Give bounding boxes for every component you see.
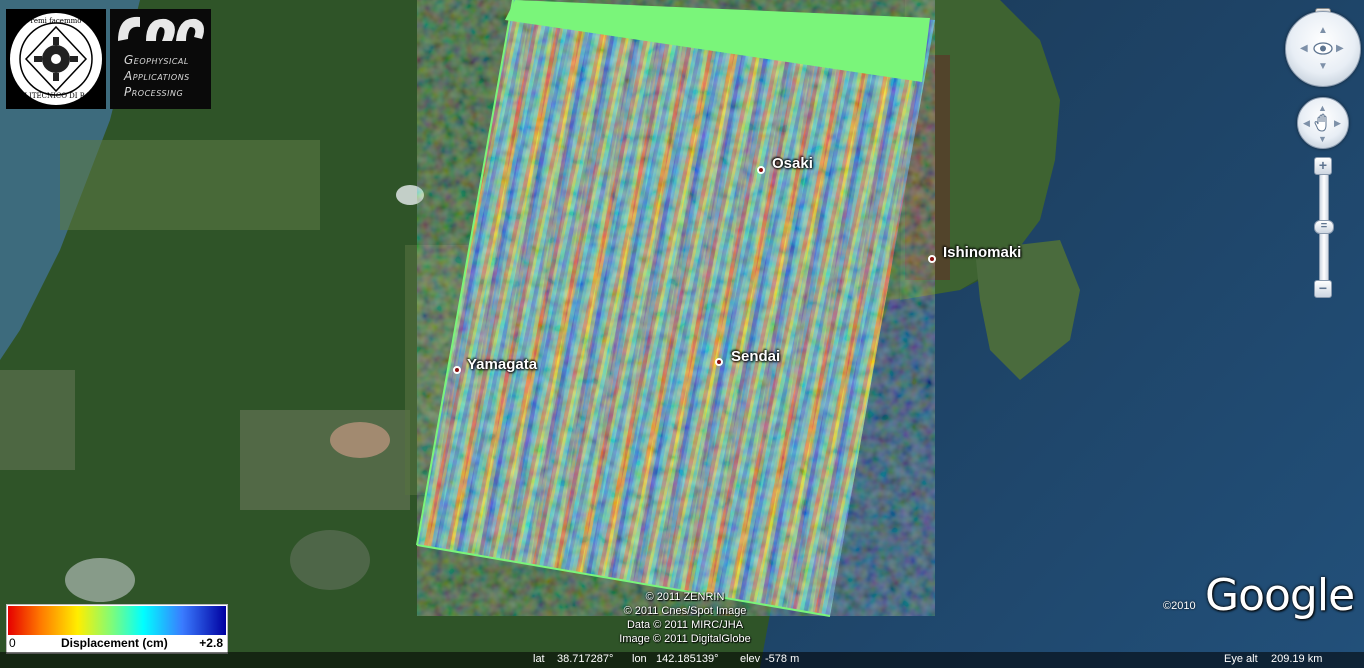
move-right-arrow-icon[interactable]: ▶ (1334, 118, 1341, 128)
legend-colorbar (8, 606, 226, 635)
lat-value: 38.717287° (557, 653, 614, 665)
move-control[interactable]: ▲ ▼ ◀ ▶ (1297, 97, 1349, 149)
place-marker-sendai[interactable] (715, 358, 723, 366)
legend-label: Displacement (cm) (61, 636, 168, 650)
legend-max: +2.8 (199, 636, 223, 650)
look-right-arrow-icon[interactable]: ▶ (1336, 44, 1344, 54)
lon-label: lon (632, 653, 647, 665)
google-year: ©2010 (1163, 600, 1196, 612)
gap-logo: Geophysical Applications Processing (110, 9, 211, 109)
look-down-arrow-icon[interactable]: ▼ (1318, 62, 1328, 72)
eye-alt-value: 209.19 km (1271, 653, 1323, 665)
eye-alt-label: Eye alt (1224, 653, 1258, 665)
elev-value: -578 m (765, 653, 800, 665)
hand-icon[interactable] (1314, 113, 1332, 133)
look-control[interactable]: ▲ ▼ ◀ ▶ (1285, 11, 1361, 87)
status-bar: lat 38.717287° lon 142.185139° elev -578… (0, 652, 1364, 668)
displacement-legend: 0 Displacement (cm) +2.8 (6, 604, 228, 654)
move-down-arrow-icon[interactable]: ▼ (1318, 134, 1327, 144)
place-marker-yamagata[interactable] (453, 366, 461, 374)
copyright-line: Image © 2011 DigitalGlobe (619, 633, 751, 645)
zoom-out-button[interactable]: − (1314, 280, 1332, 298)
look-left-arrow-icon[interactable]: ◀ (1300, 44, 1308, 54)
imagery-copyright: © 2011 ZENRIN © 2011 Cnes/Spot Image Dat… (605, 590, 765, 646)
lon-value: 142.185139° (656, 653, 719, 665)
eye-icon[interactable] (1313, 42, 1333, 55)
politecnico-name: POLITECNICO DI BARI (13, 92, 99, 100)
gap-line-2: Applications (124, 69, 190, 83)
copyright-line: © 2011 Cnes/Spot Image (623, 605, 747, 617)
zoom-slider-thumb[interactable]: = (1314, 220, 1334, 234)
politecnico-motto: de remi facemmo ali (19, 17, 93, 25)
move-up-arrow-icon[interactable]: ▲ (1318, 103, 1327, 113)
place-label-yamagata[interactable]: Yamagata (467, 356, 537, 373)
place-label-ishinomaki[interactable]: Ishinomaki (943, 244, 1021, 261)
place-label-sendai[interactable]: Sendai (731, 348, 780, 365)
zoom-in-button[interactable]: + (1314, 157, 1332, 175)
place-marker-osaki[interactable] (757, 166, 765, 174)
politecnico-logo: de remi facemmo ali POLITECNICO DI BARI (6, 9, 106, 109)
copyright-line: Data © 2011 MIRC/JHA (626, 619, 744, 631)
legend-min: 0 (9, 636, 16, 650)
google-logo: Google (1205, 570, 1355, 621)
place-label-osaki[interactable]: Osaki (772, 155, 813, 172)
look-up-arrow-icon[interactable]: ▲ (1318, 26, 1328, 36)
elev-label: elev (740, 653, 761, 665)
gap-line-3: Processing (124, 85, 184, 99)
place-marker-ishinomaki[interactable] (928, 255, 936, 263)
gap-line-1: Geophysical (124, 53, 189, 67)
move-left-arrow-icon[interactable]: ◀ (1303, 118, 1310, 128)
copyright-line: © 2011 ZENRIN (645, 591, 725, 603)
lat-label: lat (533, 653, 545, 665)
